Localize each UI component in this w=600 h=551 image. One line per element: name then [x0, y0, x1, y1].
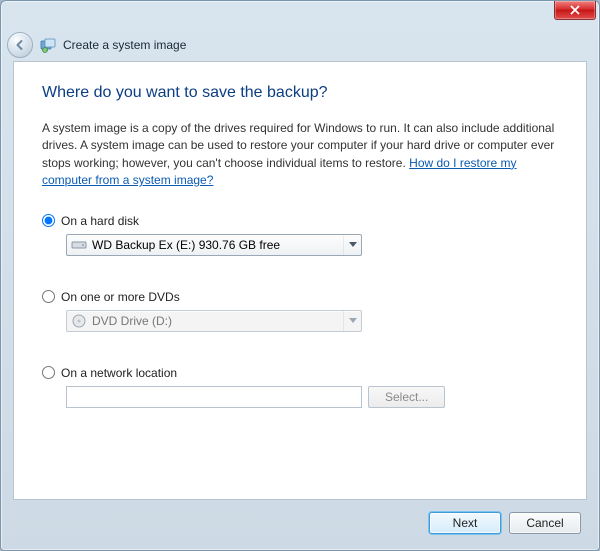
radio-dvd[interactable] [42, 290, 55, 303]
chevron-down-icon [343, 235, 361, 255]
select-network-button[interactable]: Select... [368, 386, 445, 408]
combo-dvd-value: DVD Drive (D:) [92, 314, 172, 328]
system-image-icon [39, 36, 57, 54]
combo-dvd[interactable]: DVD Drive (D:) [66, 310, 362, 332]
header-strip: Create a system image [1, 29, 599, 61]
window-title: Create a system image [63, 38, 186, 52]
radio-network[interactable] [42, 366, 55, 379]
radio-hard-disk[interactable] [42, 214, 55, 227]
titlebar [1, 1, 599, 29]
combo-hard-disk-value: WD Backup Ex (E:) 930.76 GB free [92, 238, 280, 252]
label-network: On a network location [61, 366, 177, 380]
label-dvd: On one or more DVDs [61, 290, 180, 304]
next-button[interactable]: Next [429, 512, 501, 534]
back-button[interactable] [7, 32, 33, 58]
page-heading: Where do you want to save the backup? [42, 84, 558, 102]
chevron-down-icon [343, 311, 361, 331]
close-icon [570, 5, 580, 15]
close-button[interactable] [554, 1, 596, 20]
option-dvd: On one or more DVDs DVD Drive (D:) [42, 290, 558, 332]
content-area: Where do you want to save the backup? A … [13, 61, 587, 500]
hard-disk-icon [71, 237, 87, 253]
wizard-window: Create a system image Where do you want … [0, 0, 600, 551]
cancel-button[interactable]: Cancel [509, 512, 581, 534]
label-hard-disk: On a hard disk [61, 214, 139, 228]
network-path-input[interactable] [66, 386, 362, 408]
page-description: A system image is a copy of the drives r… [42, 120, 558, 190]
combo-hard-disk[interactable]: WD Backup Ex (E:) 930.76 GB free [66, 234, 362, 256]
option-network: On a network location Select... [42, 366, 558, 408]
option-hard-disk: On a hard disk WD Backup Ex (E:) 930.76 … [42, 214, 558, 256]
footer-buttons: Next Cancel [13, 506, 587, 540]
back-arrow-icon [13, 38, 27, 52]
dvd-drive-icon [71, 313, 87, 329]
